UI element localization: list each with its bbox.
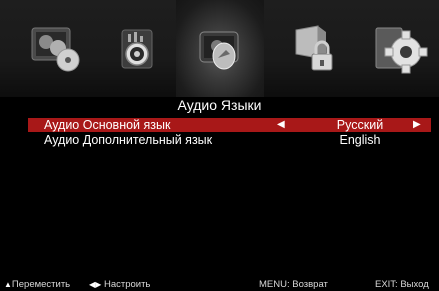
menu-item-label: Аудио Дополнительный язык xyxy=(44,133,213,147)
settings-icon[interactable] xyxy=(372,18,428,78)
menu-item-primary-audio[interactable]: Аудио Основной язык ◀ Русский ▶ xyxy=(28,118,431,132)
menu-item-secondary-audio[interactable]: Аудио Дополнительный язык English xyxy=(28,133,431,147)
menu-item-value: English xyxy=(339,133,381,147)
channel-icon[interactable] xyxy=(190,18,246,78)
left-right-arrows-icon: ◀▶ xyxy=(89,280,102,289)
hint-adjust-label: Настроить xyxy=(103,279,151,290)
menu-icon-bar xyxy=(0,0,439,97)
lock-icon[interactable] xyxy=(286,18,342,78)
hint-menu: MENU: Возврат xyxy=(259,279,328,290)
hint-move: ▲︎Переместить xyxy=(4,279,70,291)
hint-adjust: ◀▶ Настроить xyxy=(89,279,150,291)
menu-item-label: Аудио Основной язык xyxy=(44,118,171,132)
menu-item-value: Русский xyxy=(336,118,384,132)
arrow-right-icon[interactable]: ▶ xyxy=(413,118,421,132)
arrow-left-icon[interactable]: ◀ xyxy=(277,118,285,132)
up-down-arrows-icon: ▲︎ xyxy=(4,280,12,289)
tv-osd-screen: Аудио Языки Аудио Основной язык ◀ Русски… xyxy=(0,0,439,291)
hint-bar: ▲︎Переместить ◀▶ Настроить MENU: Возврат… xyxy=(0,279,439,291)
picture-icon[interactable] xyxy=(28,18,84,78)
hint-move-label: Переместить xyxy=(11,279,71,290)
hint-exit: EXIT: Выход xyxy=(375,279,429,290)
page-title: Аудио Языки xyxy=(177,97,262,113)
sound-icon[interactable] xyxy=(108,18,164,78)
